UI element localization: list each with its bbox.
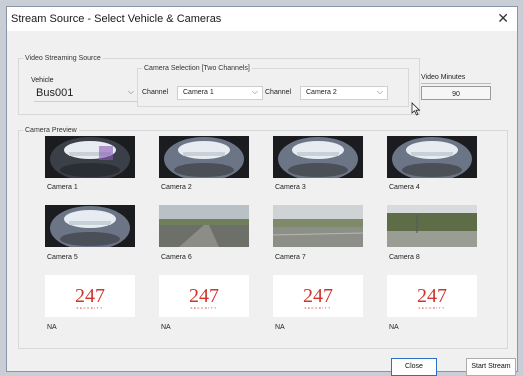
camera-label: Camera 8 (389, 254, 420, 261)
svg-text:SECURITY: SECURITY (304, 306, 331, 310)
camera-label: Camera 7 (275, 254, 306, 261)
camera-thumbnail[interactable] (273, 205, 363, 247)
logo-text: 247 (75, 285, 105, 307)
camera-label: Camera 2 (161, 184, 192, 191)
camera-thumbnail[interactable] (159, 205, 249, 247)
chevron-down-icon: ⌵ (127, 87, 134, 96)
video-minutes-field[interactable]: 90 (421, 86, 491, 100)
logo-text: 247 (303, 285, 333, 307)
mouse-cursor-icon (411, 102, 421, 116)
camera-label: Camera 3 (275, 184, 306, 191)
vehicle-value: Bus001 (36, 87, 74, 99)
channel2-value: Camera 2 (306, 89, 337, 96)
vehicle-select[interactable]: Bus001 ⌵ (34, 87, 138, 102)
camera-preview-legend: Camera Preview (25, 127, 77, 134)
camera-label: NA (47, 324, 57, 331)
channel1-value: Camera 1 (183, 89, 214, 96)
camera-thumbnail[interactable] (387, 136, 477, 178)
svg-text:SECURITY: SECURITY (76, 306, 103, 310)
channel2-label: Channel (265, 89, 292, 96)
title-bar[interactable]: Stream Source - Select Vehicle & Cameras… (7, 7, 517, 31)
channel2-select[interactable]: Camera 2 ⌵ (300, 86, 388, 100)
video-minutes-value: 90 (452, 91, 460, 98)
close-icon[interactable]: ✕ (497, 10, 509, 27)
dialog-window: Stream Source - Select Vehicle & Cameras… (6, 6, 518, 376)
camera-label: Camera 1 (47, 184, 78, 191)
camera-thumbnail[interactable] (273, 136, 363, 178)
start-stream-button[interactable]: Start Stream (466, 358, 516, 376)
channel1-label: Channel (142, 89, 169, 96)
svg-text:SECURITY: SECURITY (418, 306, 445, 310)
camera-thumbnail[interactable] (387, 205, 477, 247)
camera-placeholder-logo[interactable]: 247 SECURITY (159, 275, 249, 317)
camera-thumbnail[interactable] (45, 136, 135, 178)
dialog-body: Video Streaming Source Vehicle Bus001 ⌵ … (7, 31, 517, 376)
camera-placeholder-logo[interactable]: 247 SECURITY (387, 275, 477, 317)
camera-label: NA (275, 324, 285, 331)
video-source-legend: Video Streaming Source (25, 55, 101, 62)
camera-label: Camera 5 (47, 254, 78, 261)
video-minutes-divider (421, 83, 491, 84)
camera-label: Camera 6 (161, 254, 192, 261)
logo-text: 247 (417, 285, 447, 307)
window-title: Stream Source - Select Vehicle & Cameras (11, 13, 222, 25)
camera-label: Camera 4 (389, 184, 420, 191)
camera-selection-legend: Camera Selection [Two Channels] (144, 65, 250, 72)
camera-placeholder-logo[interactable]: 247 SECURITY (273, 275, 363, 317)
camera-thumbnail[interactable] (159, 136, 249, 178)
camera-label: NA (389, 324, 399, 331)
chevron-down-icon: ⌵ (251, 87, 258, 96)
camera-label: NA (161, 324, 171, 331)
video-minutes-label: Video Minutes (421, 74, 466, 81)
logo-text: 247 (189, 285, 219, 307)
svg-text:SECURITY: SECURITY (190, 306, 217, 310)
chevron-down-icon: ⌵ (376, 87, 383, 96)
camera-placeholder-logo[interactable]: 247 SECURITY (45, 275, 135, 317)
camera-thumbnail[interactable] (45, 205, 135, 247)
close-button[interactable]: Close (391, 358, 437, 376)
channel1-select[interactable]: Camera 1 ⌵ (177, 86, 263, 100)
vehicle-label: Vehicle (31, 77, 54, 84)
